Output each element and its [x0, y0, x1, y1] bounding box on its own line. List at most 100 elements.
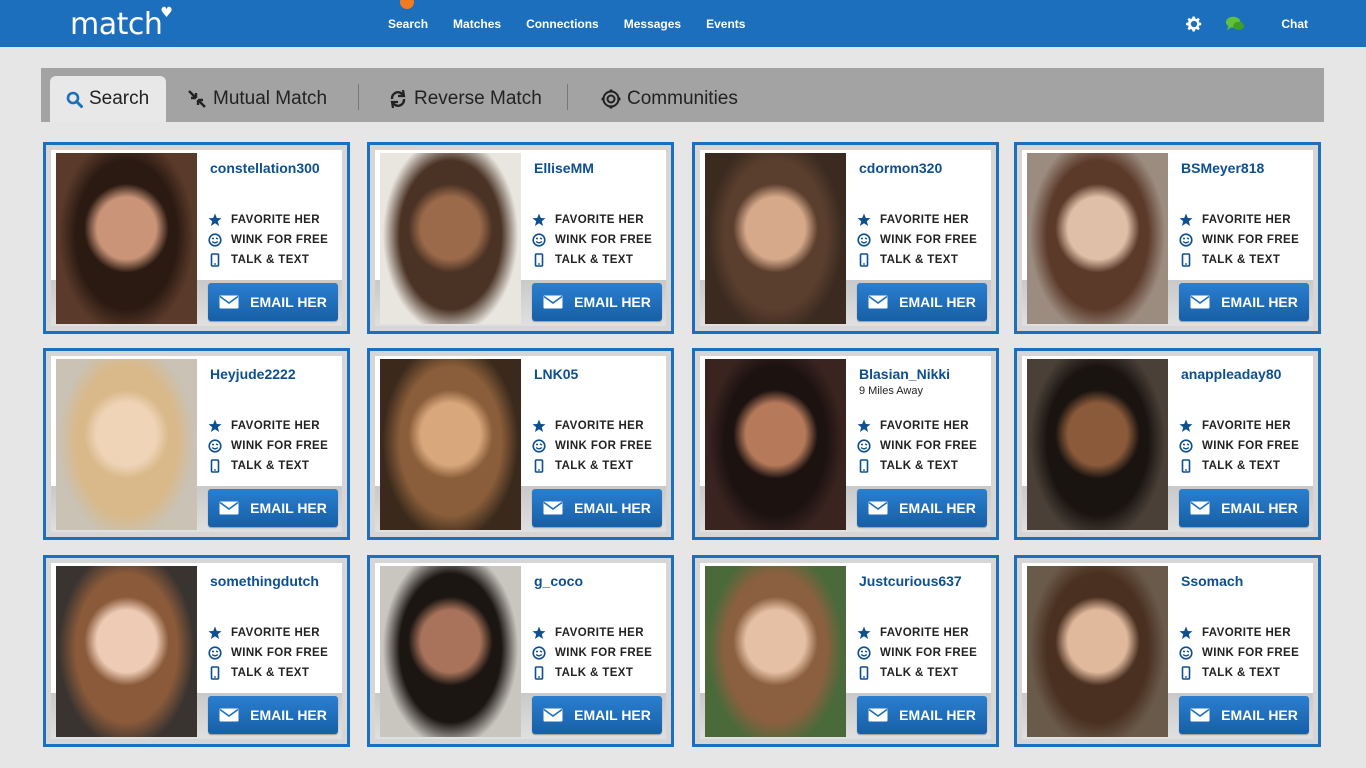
profile-username[interactable]: Ssomach [1181, 573, 1243, 589]
wink-label: WINK FOR FREE [880, 234, 978, 246]
profile-photo[interactable] [1027, 566, 1168, 737]
wink-button[interactable]: WINK FOR FREE [208, 232, 328, 248]
tab-mutual-match[interactable]: Mutual Match [187, 76, 327, 122]
profile-photo[interactable] [705, 153, 846, 324]
talk-text-button[interactable]: TALK & TEXT [857, 665, 958, 681]
star-icon [532, 419, 546, 432]
profile-photo[interactable] [56, 153, 197, 324]
favorite-button[interactable]: FAVORITE HER [857, 418, 969, 434]
envelope-icon [219, 295, 239, 309]
favorite-button[interactable]: FAVORITE HER [857, 625, 969, 641]
email-her-button[interactable]: EMAIL HER [1179, 696, 1309, 734]
wink-button[interactable]: WINK FOR FREE [857, 645, 977, 661]
email-her-label: EMAIL HER [574, 294, 651, 310]
profile-username[interactable]: Blasian_Nikki [859, 366, 950, 382]
favorite-button[interactable]: FAVORITE HER [857, 212, 969, 228]
star-icon [208, 626, 222, 639]
nav-matches[interactable]: Matches [453, 17, 501, 31]
phone-icon [534, 253, 544, 267]
talk-text-button[interactable]: TALK & TEXT [208, 252, 309, 268]
favorite-button[interactable]: FAVORITE HER [532, 418, 644, 434]
profile-photo[interactable] [1027, 153, 1168, 324]
talk-text-button[interactable]: TALK & TEXT [532, 458, 633, 474]
favorite-button[interactable]: FAVORITE HER [1179, 418, 1291, 434]
wink-button[interactable]: WINK FOR FREE [857, 438, 977, 454]
wink-button[interactable]: WINK FOR FREE [1179, 645, 1299, 661]
profile-photo[interactable] [380, 153, 521, 324]
wink-button[interactable]: WINK FOR FREE [208, 438, 328, 454]
star-icon [532, 213, 546, 226]
talk-text-button[interactable]: TALK & TEXT [208, 665, 309, 681]
tab-reverse-match[interactable]: Reverse Match [388, 76, 542, 122]
profile-photo[interactable] [56, 359, 197, 530]
favorite-button[interactable]: FAVORITE HER [532, 212, 644, 228]
match-logo[interactable]: match ♥ [70, 5, 173, 42]
profile-card: Heyjude2222 FAVORITE HER WINK FOR FREE T… [43, 348, 350, 540]
nav-search[interactable]: Search [388, 0, 428, 31]
wink-button[interactable]: WINK FOR FREE [857, 232, 977, 248]
email-her-button[interactable]: EMAIL HER [532, 283, 662, 321]
talk-text-button[interactable]: TALK & TEXT [208, 458, 309, 474]
favorite-button[interactable]: FAVORITE HER [1179, 212, 1291, 228]
favorite-button[interactable]: FAVORITE HER [1179, 625, 1291, 641]
favorite-button[interactable]: FAVORITE HER [208, 212, 320, 228]
favorite-button[interactable]: FAVORITE HER [532, 625, 644, 641]
tab-search[interactable]: Search [50, 76, 167, 122]
wink-label: WINK FOR FREE [555, 440, 653, 452]
email-her-button[interactable]: EMAIL HER [532, 489, 662, 527]
email-her-button[interactable]: EMAIL HER [857, 489, 987, 527]
profile-photo[interactable] [1027, 359, 1168, 530]
chat-bubble-icon[interactable] [1225, 15, 1245, 33]
profile-username[interactable]: Justcurious637 [859, 573, 962, 589]
email-her-button[interactable]: EMAIL HER [857, 696, 987, 734]
wink-button[interactable]: WINK FOR FREE [1179, 438, 1299, 454]
wink-icon [1179, 233, 1193, 247]
nav-events[interactable]: Events [706, 17, 745, 31]
wink-button[interactable]: WINK FOR FREE [1179, 232, 1299, 248]
profile-card: ElliseMM FAVORITE HER WINK FOR FREE TALK… [367, 142, 674, 334]
profile-username[interactable]: BSMeyer818 [1181, 160, 1264, 176]
email-her-button[interactable]: EMAIL HER [208, 283, 338, 321]
talk-text-button[interactable]: TALK & TEXT [1179, 665, 1280, 681]
talk-text-button[interactable]: TALK & TEXT [1179, 252, 1280, 268]
wink-button[interactable]: WINK FOR FREE [532, 645, 652, 661]
wink-button[interactable]: WINK FOR FREE [532, 232, 652, 248]
chat-link[interactable]: Chat [1281, 17, 1308, 31]
email-her-button[interactable]: EMAIL HER [857, 283, 987, 321]
profile-username[interactable]: ElliseMM [534, 160, 594, 176]
nav-messages[interactable]: Messages [624, 17, 681, 31]
wink-button[interactable]: WINK FOR FREE [208, 645, 328, 661]
talk-text-button[interactable]: TALK & TEXT [532, 665, 633, 681]
profile-username[interactable]: anappleaday80 [1181, 366, 1281, 382]
favorite-button[interactable]: FAVORITE HER [208, 625, 320, 641]
talk-text-button[interactable]: TALK & TEXT [857, 458, 958, 474]
profile-username[interactable]: Heyjude2222 [210, 366, 296, 382]
talk-text-button[interactable]: TALK & TEXT [532, 252, 633, 268]
profile-photo[interactable] [705, 566, 846, 737]
wink-button[interactable]: WINK FOR FREE [532, 438, 652, 454]
tab-communities[interactable]: Communities [601, 76, 738, 122]
envelope-icon [868, 501, 888, 515]
talk-text-label: TALK & TEXT [1202, 667, 1281, 679]
email-her-button[interactable]: EMAIL HER [208, 696, 338, 734]
profile-username[interactable]: cdormon320 [859, 160, 942, 176]
profile-photo[interactable] [380, 566, 521, 737]
profile-username[interactable]: somethingdutch [210, 573, 319, 589]
profile-username[interactable]: constellation300 [210, 160, 320, 176]
email-her-button[interactable]: EMAIL HER [1179, 489, 1309, 527]
profile-username[interactable]: g_coco [534, 573, 583, 589]
profile-photo[interactable] [380, 359, 521, 530]
gear-icon[interactable] [1185, 15, 1203, 33]
tab-divider [567, 84, 568, 110]
email-her-button[interactable]: EMAIL HER [532, 696, 662, 734]
email-her-button[interactable]: EMAIL HER [208, 489, 338, 527]
favorite-button[interactable]: FAVORITE HER [208, 418, 320, 434]
profile-username[interactable]: LNK05 [534, 366, 578, 382]
phone-icon [1181, 459, 1191, 473]
profile-photo[interactable] [705, 359, 846, 530]
talk-text-button[interactable]: TALK & TEXT [1179, 458, 1280, 474]
email-her-button[interactable]: EMAIL HER [1179, 283, 1309, 321]
talk-text-button[interactable]: TALK & TEXT [857, 252, 958, 268]
profile-photo[interactable] [56, 566, 197, 737]
nav-connections[interactable]: Connections [526, 17, 599, 31]
